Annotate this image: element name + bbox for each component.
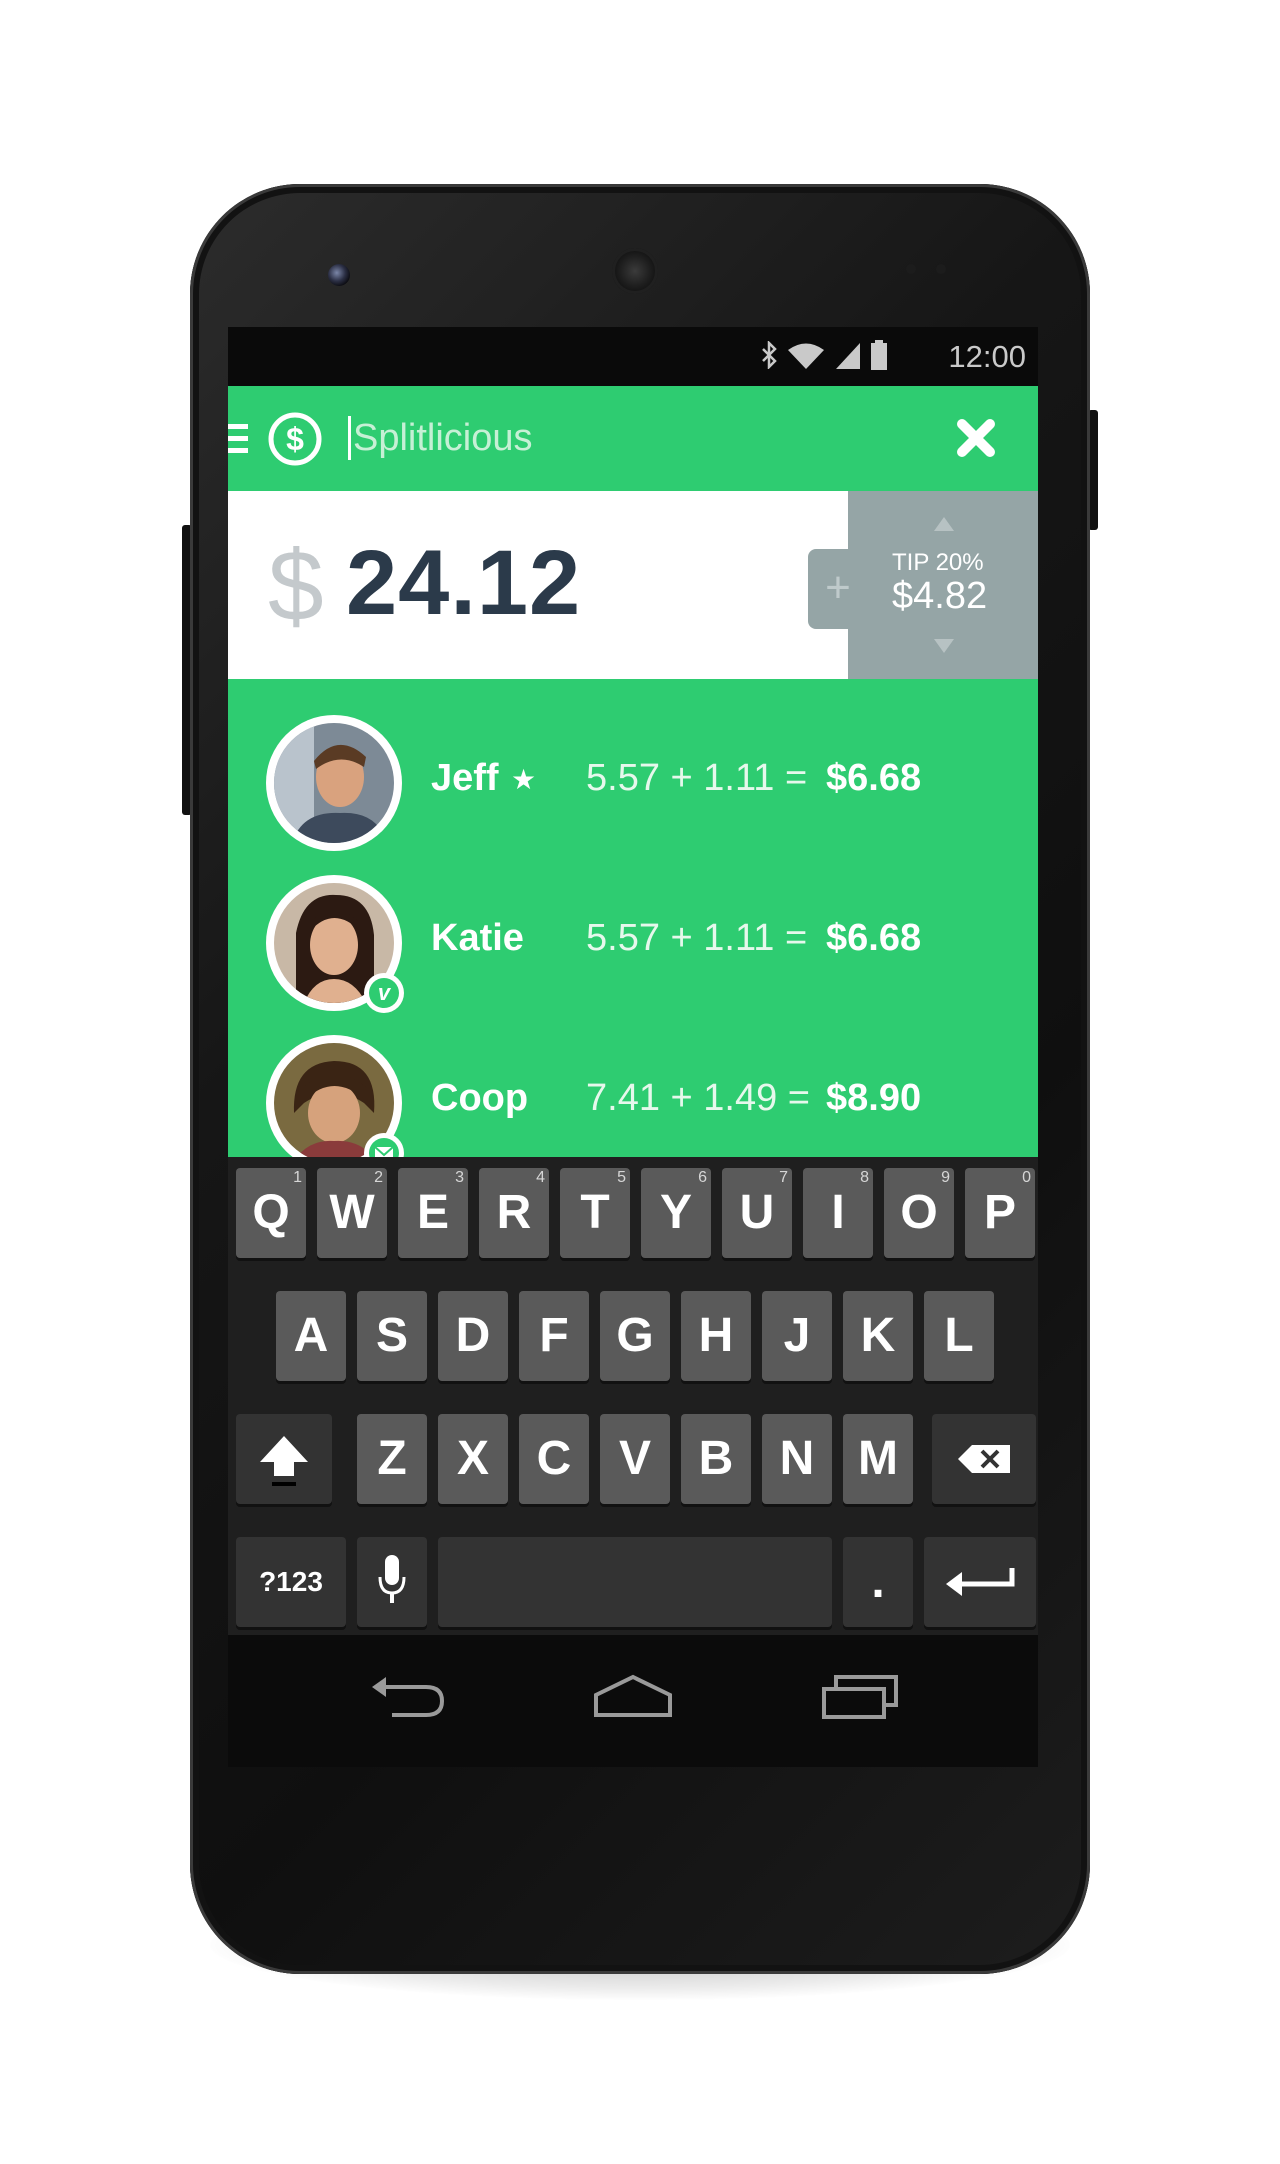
key-h[interactable]: H xyxy=(681,1291,751,1381)
enter-icon xyxy=(946,1568,1015,1596)
person-split-calc: 5.57 + 1.11 = xyxy=(586,917,808,959)
backspace-icon xyxy=(958,1445,1010,1473)
key-j[interactable]: J xyxy=(762,1291,832,1381)
shift-key[interactable] xyxy=(236,1414,332,1504)
key-n[interactable]: N xyxy=(762,1414,832,1504)
mail-icon xyxy=(369,1138,399,1157)
key-u[interactable]: U7 xyxy=(722,1168,792,1258)
bluetooth-icon xyxy=(760,339,778,374)
app-title: Splitlicious xyxy=(348,416,533,460)
key-i[interactable]: I8 xyxy=(803,1168,873,1258)
mic-icon xyxy=(378,1555,406,1603)
key-s[interactable]: S xyxy=(357,1291,427,1381)
signal-icon xyxy=(834,341,862,374)
key-a[interactable]: A xyxy=(276,1291,346,1381)
tip-percent-label: TIP 20% xyxy=(892,549,984,576)
key-b[interactable]: B xyxy=(681,1414,751,1504)
status-bar: 12:00 xyxy=(228,327,1038,386)
battery-icon xyxy=(870,339,888,375)
phone-screen: 12:00 $ Splitlicious $ 24.12 + TIP 20% $… xyxy=(228,327,1038,1767)
key-q[interactable]: Q1 xyxy=(236,1168,306,1258)
backspace-key[interactable] xyxy=(932,1414,1036,1504)
period-key[interactable]: . xyxy=(843,1537,913,1627)
currency-symbol: $ xyxy=(268,530,324,642)
close-icon[interactable] xyxy=(954,416,998,460)
home-icon[interactable] xyxy=(592,1671,674,1721)
keyboard: Q1 W2 E3 R4 T5 Y6 U7 I8 O9 P0 A S D F G … xyxy=(228,1157,1038,1635)
key-g[interactable]: G xyxy=(600,1291,670,1381)
person-total: $8.90 xyxy=(826,1077,922,1119)
space-key[interactable] xyxy=(438,1537,832,1627)
person-split-calc: 7.41 + 1.49 = xyxy=(586,1077,810,1119)
light-sensor xyxy=(936,264,946,274)
key-k[interactable]: K xyxy=(843,1291,913,1381)
list-item[interactable]: Jeff ★ 5.57 + 1.11 = $6.68 xyxy=(228,679,1038,851)
front-camera xyxy=(328,264,350,286)
person-split-calc: 5.57 + 1.11 = xyxy=(586,757,808,799)
hamburger-icon[interactable] xyxy=(228,424,250,454)
key-l[interactable]: L xyxy=(924,1291,994,1381)
key-t[interactable]: T5 xyxy=(560,1168,630,1258)
key-f[interactable]: F xyxy=(519,1291,589,1381)
person-name: Jeff xyxy=(431,757,499,799)
earpiece-speaker xyxy=(612,248,658,294)
avatar[interactable] xyxy=(266,715,402,851)
nav-bar xyxy=(228,1635,1038,1767)
tip-amount: $4.82 xyxy=(892,575,988,617)
star-icon: ★ xyxy=(511,764,537,795)
key-v[interactable]: V xyxy=(600,1414,670,1504)
wifi-icon xyxy=(786,341,826,374)
key-c[interactable]: C xyxy=(519,1414,589,1504)
key-d[interactable]: D xyxy=(438,1291,508,1381)
recents-icon[interactable] xyxy=(820,1671,900,1721)
key-x[interactable]: X xyxy=(438,1414,508,1504)
dollar-circle-icon[interactable]: $ xyxy=(267,411,323,467)
list-item[interactable]: v Katie 5.57 + 1.11 = $6.68 xyxy=(228,839,1038,1013)
svg-text:$: $ xyxy=(286,421,304,457)
add-tip-button[interactable]: + xyxy=(808,549,868,629)
key-y[interactable]: Y6 xyxy=(641,1168,711,1258)
app-bar: $ Splitlicious xyxy=(228,386,1038,491)
key-p[interactable]: P0 xyxy=(965,1168,1035,1258)
key-r[interactable]: R4 xyxy=(479,1168,549,1258)
person-name: Coop xyxy=(431,1077,529,1119)
symbols-key[interactable]: ?123 xyxy=(236,1537,346,1627)
shift-icon xyxy=(260,1436,308,1486)
tip-up-arrow-icon[interactable] xyxy=(934,517,954,531)
enter-key[interactable] xyxy=(924,1537,1036,1627)
key-m[interactable]: M xyxy=(843,1414,913,1504)
key-w[interactable]: W2 xyxy=(317,1168,387,1258)
bill-amount[interactable]: 24.12 xyxy=(346,531,581,636)
clock: 12:00 xyxy=(948,339,1026,374)
list-item[interactable]: Coop 7.41 + 1.49 = $8.90 xyxy=(228,999,1038,1157)
back-icon[interactable] xyxy=(368,1671,448,1721)
key-z[interactable]: Z xyxy=(357,1414,427,1504)
person-name: Katie xyxy=(431,917,524,959)
person-total: $6.68 xyxy=(826,917,922,959)
tip-down-arrow-icon[interactable] xyxy=(934,639,954,653)
proximity-sensor xyxy=(906,264,916,274)
key-e[interactable]: E3 xyxy=(398,1168,468,1258)
person-total: $6.68 xyxy=(826,757,922,799)
key-o[interactable]: O9 xyxy=(884,1168,954,1258)
mic-key[interactable] xyxy=(357,1537,427,1627)
people-list: Jeff ★ 5.57 + 1.11 = $6.68 v Katie 5.57 … xyxy=(228,679,1038,1157)
